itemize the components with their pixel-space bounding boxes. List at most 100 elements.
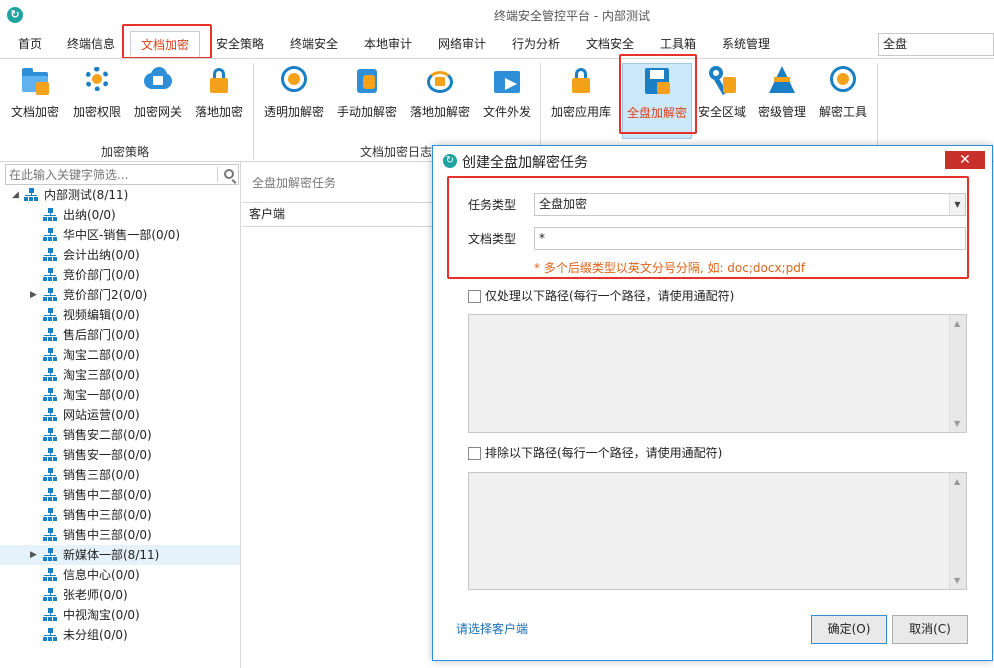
- tree-item-label: 销售中三部(0/0): [63, 528, 152, 542]
- expand-arrow-icon[interactable]: ▶: [30, 285, 40, 305]
- scroll-down-icon[interactable]: ▼: [954, 419, 960, 428]
- tree-item[interactable]: 售后部门(0/0): [0, 325, 240, 345]
- include-paths-textarea[interactable]: ▲ ▼: [468, 314, 967, 433]
- ribbon-btn-encrypt-permission[interactable]: 加密权限: [68, 63, 126, 139]
- org-icon: [43, 548, 57, 562]
- menu-behavior-analysis[interactable]: 行为分析: [512, 35, 560, 55]
- tree-item[interactable]: 华中区-销售一部(0/0): [0, 225, 240, 245]
- sync-lock-icon: [424, 63, 456, 99]
- ribbon-btn-landing-encrypt[interactable]: 落地加密: [190, 63, 248, 139]
- menu-home[interactable]: 首页: [18, 35, 42, 55]
- org-icon: [43, 268, 57, 282]
- ribbon-btn-encrypt-app-lib[interactable]: 加密应用库: [546, 63, 616, 139]
- tree-item-label: 销售安一部(0/0): [63, 448, 152, 462]
- tree-item[interactable]: ▶ 竞价部门2(0/0): [0, 285, 240, 305]
- close-icon[interactable]: ✕: [945, 151, 985, 169]
- exclude-paths-checkbox[interactable]: [468, 447, 481, 460]
- org-icon: [43, 448, 57, 462]
- menu-bar: 首页 终端信息 文档加密 安全策略 终端安全 本地审计 网络审计 行为分析 文档…: [0, 24, 994, 59]
- tree-search[interactable]: [5, 164, 239, 185]
- tree-item[interactable]: 竞价部门(0/0): [0, 265, 240, 285]
- search-icon[interactable]: [224, 169, 234, 179]
- tree-item-label: 销售中三部(0/0): [63, 508, 152, 522]
- tree-item-label: 华中区-销售一部(0/0): [63, 228, 181, 242]
- org-icon: [43, 468, 57, 482]
- target-lock-icon: [827, 63, 859, 99]
- org-icon: [43, 408, 57, 422]
- org-icon: [43, 428, 57, 442]
- ribbon-btn-transparent-crypt[interactable]: 透明加解密: [259, 63, 329, 139]
- tree-item[interactable]: 信息中心(0/0): [0, 565, 240, 585]
- collapse-arrow-icon[interactable]: ◢: [12, 185, 22, 205]
- tree-item[interactable]: 销售安一部(0/0): [0, 445, 240, 465]
- org-icon: [43, 288, 57, 302]
- tree-item[interactable]: 销售三部(0/0): [0, 465, 240, 485]
- ribbon-btn-landing-crypt[interactable]: 落地加解密: [405, 63, 475, 139]
- app-title: 终端安全管控平台 - 内部测试: [494, 9, 650, 23]
- dialog-title-bar[interactable]: ↻ 创建全盘加解密任务 ✕: [433, 146, 992, 176]
- ribbon-btn-manual-crypt[interactable]: 手动加解密: [332, 63, 402, 139]
- tree-item[interactable]: 视频编辑(0/0): [0, 305, 240, 325]
- scroll-up-icon[interactable]: ▲: [954, 319, 960, 328]
- expand-arrow-icon[interactable]: ▶: [30, 545, 40, 565]
- menu-system-management[interactable]: 系统管理: [722, 35, 770, 55]
- tree-item[interactable]: 销售中三部(0/0): [0, 525, 240, 545]
- cancel-button[interactable]: 取消(C): [892, 615, 968, 644]
- tree-item[interactable]: 销售中二部(0/0): [0, 485, 240, 505]
- tree-item[interactable]: 销售安二部(0/0): [0, 425, 240, 445]
- scope-select[interactable]: 全盘: [878, 33, 994, 56]
- scrollbar[interactable]: ▲ ▼: [949, 473, 966, 589]
- org-icon: [43, 608, 57, 622]
- menu-terminal-info[interactable]: 终端信息: [67, 35, 115, 55]
- tree-item[interactable]: 淘宝一部(0/0): [0, 385, 240, 405]
- menu-toolbox[interactable]: 工具箱: [660, 35, 696, 55]
- key-icon: [706, 63, 738, 99]
- tree-item[interactable]: 会计出纳(0/0): [0, 245, 240, 265]
- select-client-link[interactable]: 请选择客户端: [456, 620, 528, 637]
- org-icon: [43, 628, 57, 642]
- tree-item[interactable]: 淘宝三部(0/0): [0, 365, 240, 385]
- menu-doc-security[interactable]: 文档安全: [586, 35, 634, 55]
- org-icon: [43, 388, 57, 402]
- org-icon: [43, 308, 57, 322]
- include-paths-label: 仅处理以下路径(每行一个路径，请使用通配符): [485, 289, 735, 303]
- scroll-up-icon[interactable]: ▲: [954, 477, 960, 486]
- org-icon: [43, 208, 57, 222]
- tree-search-input[interactable]: [6, 165, 216, 184]
- tree-item[interactable]: 销售中三部(0/0): [0, 505, 240, 525]
- ribbon-btn-file-outbound[interactable]: 文件外发: [478, 63, 536, 139]
- org-icon: [43, 588, 57, 602]
- ribbon-btn-doc-encrypt[interactable]: 文档加密: [6, 63, 64, 139]
- ribbon-btn-decrypt-tool[interactable]: 解密工具: [815, 63, 871, 139]
- menu-terminal-security[interactable]: 终端安全: [290, 35, 338, 55]
- ribbon-btn-encrypt-gateway[interactable]: 加密网关: [129, 63, 187, 139]
- tree-item[interactable]: 未分组(0/0): [0, 625, 240, 645]
- menu-network-audit[interactable]: 网络审计: [438, 35, 486, 55]
- menu-security-policy[interactable]: 安全策略: [216, 35, 264, 55]
- scrollbar[interactable]: ▲ ▼: [949, 315, 966, 432]
- org-tree-panel: ◢ 内部测试(8/11) 出纳(0/0) 华中区-销售一部(0/0) 会计出纳(0/…: [0, 162, 241, 668]
- tree-item[interactable]: 中视淘宝(0/0): [0, 605, 240, 625]
- ribbon-btn-secret-level[interactable]: 密级管理: [754, 63, 810, 139]
- chevron-down-icon[interactable]: ▼: [949, 194, 965, 215]
- include-paths-checkbox[interactable]: [468, 290, 481, 303]
- menu-local-audit[interactable]: 本地审计: [364, 35, 412, 55]
- tree-root[interactable]: ◢ 内部测试(8/11): [0, 185, 240, 205]
- tree-item-label: 视频编辑(0/0): [63, 308, 140, 322]
- org-icon: [24, 188, 38, 202]
- task-type-select[interactable]: 全盘加密 ▼: [534, 193, 966, 216]
- column-header-client[interactable]: 客户端: [242, 202, 432, 227]
- cloud-lock-icon: [142, 63, 174, 99]
- tree-item[interactable]: ▶ 新媒体一部(8/11): [0, 545, 240, 565]
- target-lock-icon: [278, 63, 310, 99]
- ribbon-btn-safe-zone[interactable]: 安全区域: [696, 63, 748, 139]
- tree-item[interactable]: 张老师(0/0): [0, 585, 240, 605]
- tree-item[interactable]: 出纳(0/0): [0, 205, 240, 225]
- ok-button[interactable]: 确定(O): [811, 615, 887, 644]
- tree-item[interactable]: 淘宝二部(0/0): [0, 345, 240, 365]
- tree-item[interactable]: 网站运营(0/0): [0, 405, 240, 425]
- exclude-paths-textarea[interactable]: ▲ ▼: [468, 472, 967, 590]
- scroll-down-icon[interactable]: ▼: [954, 576, 960, 585]
- doc-type-input[interactable]: *: [534, 227, 966, 250]
- tree-item-label: 淘宝一部(0/0): [63, 388, 140, 402]
